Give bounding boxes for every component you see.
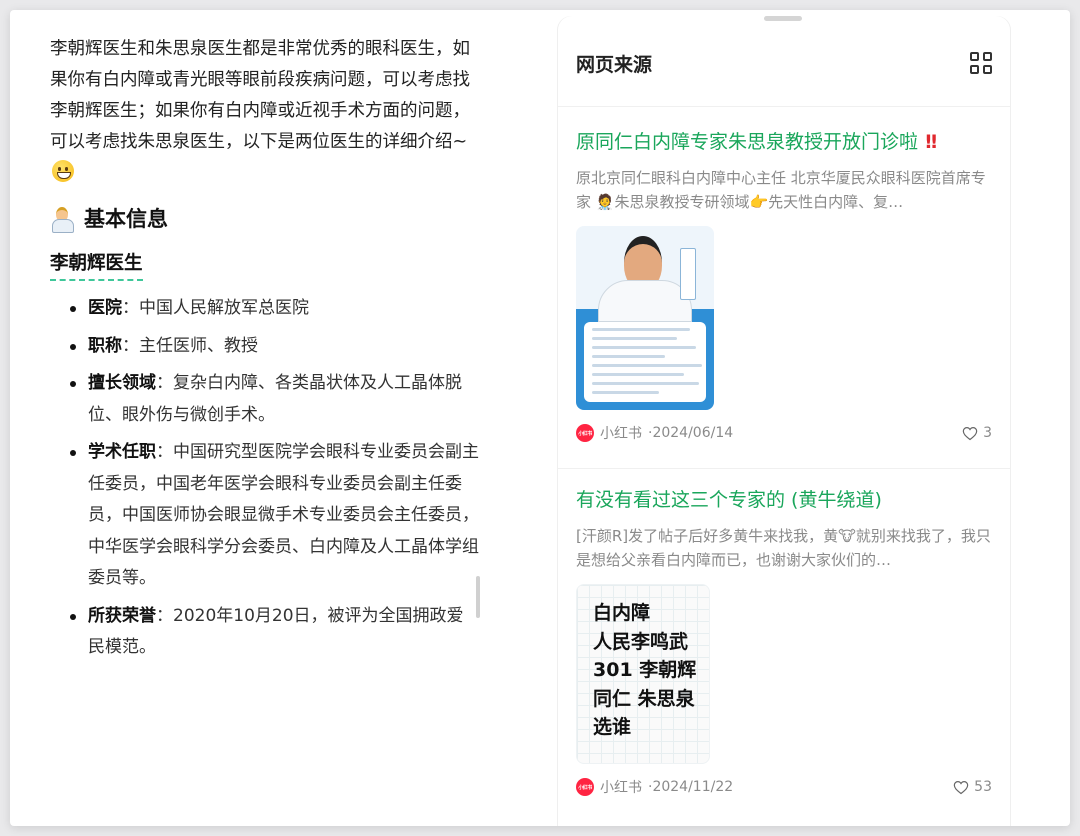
list-item: 学术任职：中国研究型医院学会眼科专业委员会副主任委员，中国老年医学会眼科专业委员…: [68, 437, 480, 595]
divider: [558, 468, 1010, 469]
like-count: 53: [974, 779, 992, 795]
fact-key: 擅长领域: [88, 373, 156, 393]
xiaohongshu-logo-icon: 小红书: [576, 424, 594, 442]
doctor-emoji-icon: [50, 205, 74, 233]
intro-text-box: [584, 322, 706, 402]
thumbnail-text: 白内障 人民李鸣武 301 李朝辉 同仁 朱思泉 选谁: [593, 599, 696, 742]
fact-value: 中国研究型医院学会眼科专业委员会副主任委员，中国老年医学会眼科专业委员会副主任委…: [88, 442, 479, 588]
fact-separator: ：: [156, 442, 173, 462]
source-card-title-text: 原同仁白内障专家朱思泉教授开放门诊啦: [576, 131, 919, 153]
source-card-snippet: 原北京同仁眼科白内障中心主任 北京华厦民众眼科医院首席专家 🧑‍⚕️朱思泉教授专…: [576, 169, 986, 211]
source-card[interactable]: 原同仁白内障专家朱思泉教授开放门诊啦 !! 原北京同仁眼科白内障中心主任 北京华…: [576, 128, 992, 444]
panel-header: 网页来源: [576, 48, 992, 78]
source-date: ·2024/11/22: [648, 779, 734, 795]
list-item: 职称：主任医师、教授: [68, 331, 480, 363]
screenshot-frame: 李朝辉医生和朱思泉医生都是非常优秀的眼科医生，如果你有白内障或青光眼等眼前段疾病…: [10, 10, 1070, 826]
source-card-snippet: [汗颜R]发了帖子后好多黄牛来找我，黄🐮就别来找我了，我只是想给父亲看白内障而已…: [576, 527, 991, 569]
section-heading-text: 基本信息: [84, 207, 168, 231]
panel-title: 网页来源: [576, 53, 653, 76]
sources-panel: 网页来源 原同仁白内障专家朱思泉教授开放门诊啦 !! 原北京同仁眼科白内障中心主…: [558, 16, 1010, 826]
fact-value: 中国人民解放军总医院: [139, 298, 309, 318]
source-card[interactable]: 有没有看过这三个专家的 (黄牛绕道) [汗颜R]发了帖子后好多黄牛来找我，黄🐮就…: [576, 486, 992, 798]
answer-intro-text: 李朝辉医生和朱思泉医生都是非常优秀的眼科医生，如果你有白内障或青光眼等眼前段疾病…: [50, 39, 470, 152]
thumbnail-line: 301 李朝辉: [593, 659, 697, 681]
thumbnail-line: 同仁 朱思泉: [593, 687, 695, 710]
name-banner: [680, 248, 696, 300]
doctor-facts-list: 医院：中国人民解放军总医院 职称：主任医师、教授 擅长领域：复杂白内障、各类晶状…: [68, 293, 480, 664]
doctor-portrait-coat: [598, 280, 692, 322]
source-card-meta: 小红书 小红书 ·2024/11/22 53: [576, 776, 992, 798]
xiaohongshu-logo-icon: 小红书: [576, 778, 594, 796]
answer-content: 李朝辉医生和朱思泉医生都是非常优秀的眼科医生，如果你有白内障或青光眼等眼前段疾病…: [50, 34, 480, 670]
divider: [558, 106, 1010, 107]
source-card-title-text: 有没有看过这三个专家的 (黄牛绕道): [576, 489, 882, 511]
source-card-title[interactable]: 原同仁白内障专家朱思泉教授开放门诊啦 !!: [576, 128, 992, 156]
like-button[interactable]: 3: [962, 425, 992, 441]
grid-view-icon[interactable]: [970, 52, 992, 74]
fact-separator: ：: [122, 335, 139, 356]
scrollbar-thumb[interactable]: [476, 576, 480, 618]
source-date: ·2024/06/14: [648, 425, 734, 441]
fact-value: 主任医师、教授: [139, 335, 258, 356]
fact-key: 医院: [88, 298, 122, 318]
meta-left: 小红书 小红书 ·2024/06/14: [576, 423, 733, 443]
grin-emoji-icon: [52, 160, 74, 182]
answer-intro: 李朝辉医生和朱思泉医生都是非常优秀的眼科医生，如果你有白内障或青光眼等眼前段疾病…: [50, 34, 480, 189]
thumbnail-line: 选谁: [593, 716, 632, 738]
source-card-meta: 小红书 小红书 ·2024/06/14 3: [576, 422, 992, 444]
doctor-name-link[interactable]: 李朝辉医生: [50, 249, 143, 281]
heart-icon: [953, 780, 969, 794]
fact-key: 学术任职: [88, 442, 156, 462]
source-card-thumbnail[interactable]: [576, 226, 714, 410]
section-heading-basic-info: 基本信息: [50, 203, 480, 233]
fact-separator: ：: [156, 373, 173, 393]
source-card-title[interactable]: 有没有看过这三个专家的 (黄牛绕道): [576, 486, 992, 514]
source-name: 小红书: [600, 426, 642, 442]
source-card-thumbnail[interactable]: 白内障 人民李鸣武 301 李朝辉 同仁 朱思泉 选谁: [576, 584, 710, 764]
fact-key: 所获荣誉: [88, 605, 156, 626]
fact-separator: ：: [122, 298, 139, 318]
heart-icon: [962, 426, 978, 440]
thumbnail-line: 人民李鸣武: [593, 630, 689, 653]
thumbnail-line: 白内障: [593, 602, 651, 624]
list-item: 所获荣誉：2020年10月20日，被评为全国拥政爱民模范。: [68, 601, 480, 664]
panel-drag-handle[interactable]: [764, 16, 802, 21]
list-item: 擅长领域：复杂白内障、各类晶状体及人工晶体脱位、眼外伤与微创手术。: [68, 368, 480, 431]
double-exclamation-icon: !!: [924, 131, 938, 153]
like-button[interactable]: 53: [953, 779, 992, 795]
meta-left: 小红书 小红书 ·2024/11/22: [576, 777, 733, 797]
fact-key: 职称: [88, 335, 122, 356]
list-item: 医院：中国人民解放军总医院: [68, 293, 480, 325]
like-count: 3: [983, 425, 992, 441]
source-name: 小红书: [600, 780, 642, 796]
fact-separator: ：: [156, 605, 173, 626]
